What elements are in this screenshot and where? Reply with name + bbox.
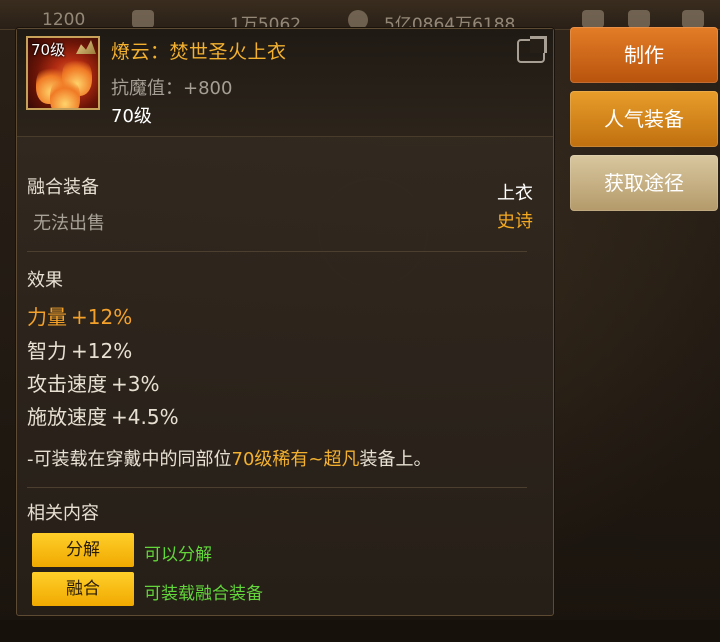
fusion-button[interactable]: 融合 bbox=[32, 572, 134, 606]
fusion-section-title: 融合装备 bbox=[27, 177, 99, 198]
item-level: 70级 bbox=[111, 106, 152, 127]
mail-icon[interactable] bbox=[628, 10, 650, 28]
coin-icon bbox=[348, 10, 368, 30]
gift-icon[interactable] bbox=[582, 10, 604, 28]
item-stat: 抗魔值：+800 bbox=[111, 78, 233, 99]
item-tooltip: 70级 燎云：焚世圣火上衣 抗魔值：+800 70级 融合装备 无法出售 上衣 … bbox=[16, 28, 554, 616]
item-header: 70级 燎云：焚世圣火上衣 抗魔值：+800 70级 bbox=[17, 29, 553, 137]
trade-status: 无法出售 bbox=[33, 213, 105, 234]
divider bbox=[27, 487, 527, 488]
effect-strength: 力量 +12% bbox=[27, 305, 133, 329]
equip-slot: 上衣 bbox=[497, 183, 533, 204]
gem-icon bbox=[132, 10, 154, 28]
effects-title: 效果 bbox=[27, 270, 63, 291]
disassemble-button[interactable]: 分解 bbox=[32, 533, 134, 567]
menu-icon[interactable] bbox=[682, 10, 704, 28]
disassemble-desc: 可以分解 bbox=[144, 545, 212, 565]
equip-note: -可装载在穿戴中的同部位70级稀有~超凡装备上。 bbox=[27, 449, 432, 470]
related-title: 相关内容 bbox=[27, 503, 99, 524]
grade-crown-icon bbox=[76, 40, 96, 54]
share-icon[interactable] bbox=[517, 39, 545, 63]
item-name: 燎云：焚世圣火上衣 bbox=[111, 41, 287, 63]
obtain-source-button[interactable]: 获取途径 bbox=[570, 155, 718, 211]
item-icon: 70级 bbox=[26, 36, 100, 110]
rarity-label: 史诗 bbox=[497, 211, 533, 232]
craft-button[interactable]: 制作 bbox=[570, 27, 718, 83]
item-level-badge: 70级 bbox=[31, 41, 66, 59]
bottom-bar bbox=[0, 620, 720, 642]
effect-attack-speed: 攻击速度 +3% bbox=[27, 372, 160, 396]
divider bbox=[27, 251, 527, 252]
fusion-desc: 可装载融合装备 bbox=[144, 584, 263, 604]
resource-bar: 1200 1万5062 5亿0864万6188 bbox=[0, 0, 720, 35]
effect-intelligence: 智力 +12% bbox=[27, 339, 133, 363]
effect-cast-speed: 施放速度 +4.5% bbox=[27, 405, 179, 429]
currency-1: 1200 bbox=[42, 10, 86, 30]
popular-equipment-button[interactable]: 人气装备 bbox=[570, 91, 718, 147]
